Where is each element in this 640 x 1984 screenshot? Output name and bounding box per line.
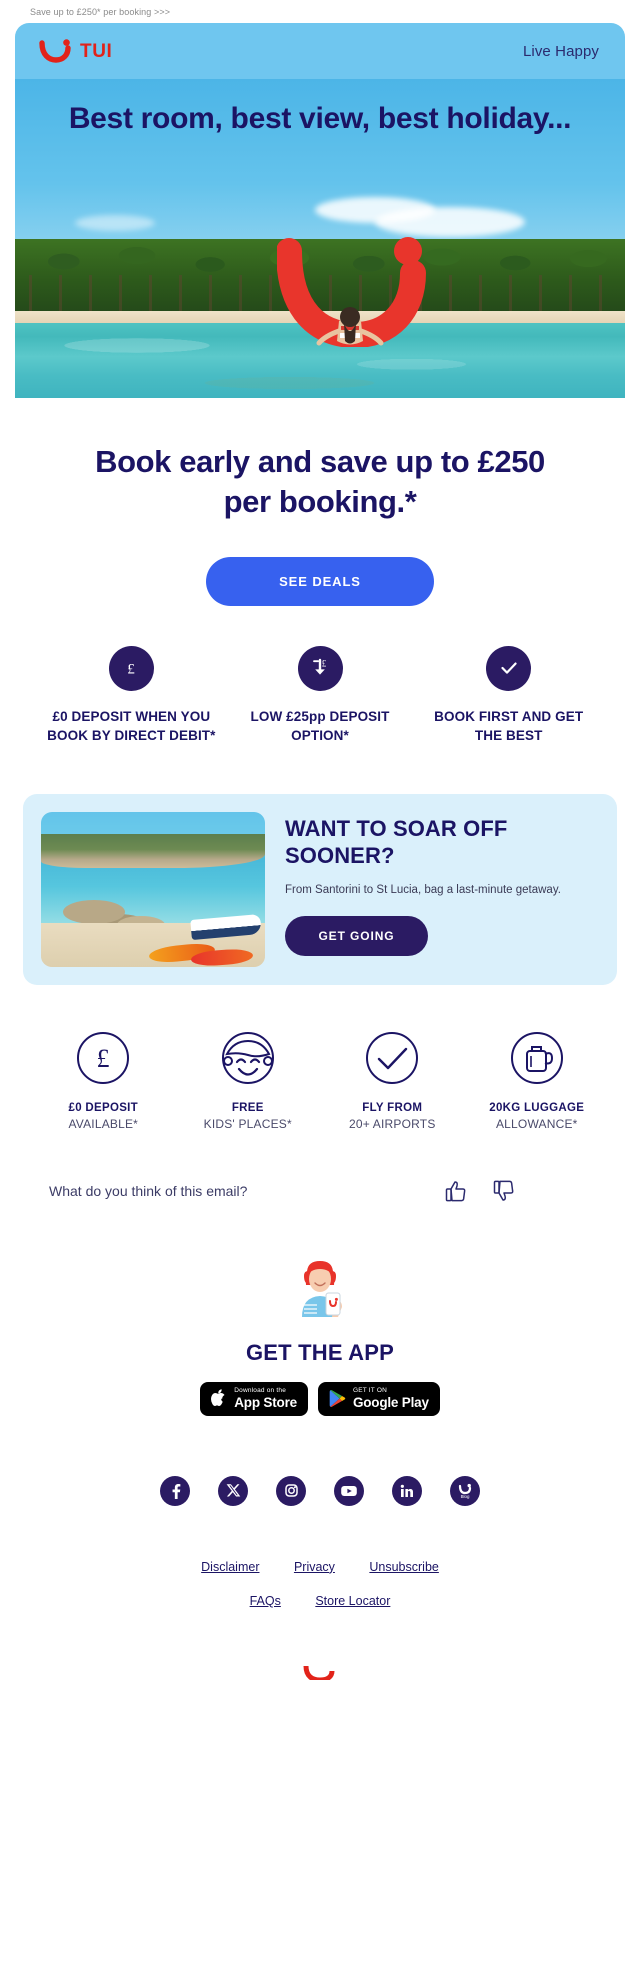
benefits-row: £ £0 DEPOSIT AVAILABLE* FREE KIDS' PLACE — [15, 985, 625, 1131]
tui-smile-logo-icon — [39, 39, 71, 63]
facebook-icon[interactable] — [160, 1475, 190, 1506]
google-play-icon — [329, 1390, 346, 1408]
benefit-line2: 20+ AIRPORTS — [348, 1116, 436, 1131]
benefit-line1: 20KG LUGGAGE — [489, 1101, 585, 1114]
promo-subtitle: From Santorini to St Lucia, bag a last-m… — [285, 884, 561, 897]
thumbs-group — [445, 1179, 591, 1203]
get-app-title: GET THE APP — [245, 1339, 395, 1365]
link-disclaimer[interactable]: Disclaimer — [201, 1560, 259, 1574]
benefit-line2: KIDS' PLACES* — [203, 1116, 292, 1131]
link-faqs[interactable]: FAQs — [250, 1594, 281, 1608]
email-header: TUI Live Happy — [15, 23, 625, 79]
cta-row: SEE DEALS — [15, 523, 625, 606]
app-store-small: Download on the — [234, 1386, 287, 1394]
coastline-shape — [41, 833, 265, 868]
luggage-outline-icon — [465, 1027, 610, 1089]
benefit-line1: FLY FROM — [362, 1101, 423, 1114]
usp-label: £0 DEPOSIT WHEN YOU BOOK BY DIRECT DEBIT… — [47, 708, 216, 744]
footer-links-row-1: Disclaimer Privacy Unsubscribe — [15, 1558, 625, 1576]
app-store-big: App Store — [234, 1395, 297, 1411]
get-app-section: GET THE APP Download on the App Store GE… — [15, 1203, 625, 1416]
tui-logo[interactable]: TUI — [39, 39, 112, 63]
svg-text:£: £ — [97, 1044, 110, 1073]
kids-face-outline-icon — [176, 1027, 321, 1089]
get-going-button[interactable]: GET GOING — [285, 915, 428, 956]
link-store-locator[interactable]: Store Locator — [315, 1594, 390, 1608]
blog-icon[interactable]: Blog — [450, 1475, 480, 1506]
rock-shape — [63, 899, 125, 924]
svg-text:£: £ — [322, 659, 327, 669]
hero-banner[interactable]: Best room, best view, best holiday... — [15, 79, 625, 398]
usp-item-book-first: BOOK FIRST AND GET THE BEST — [414, 645, 603, 746]
social-links: Blog — [15, 1416, 625, 1506]
benefit-item-luggage: 20KG LUGGAGE ALLOWANCE* — [465, 1027, 610, 1131]
instagram-icon[interactable] — [276, 1475, 306, 1506]
swimmer-figure — [316, 307, 384, 346]
check-circle-icon — [486, 645, 532, 691]
check-outline-icon — [320, 1027, 465, 1089]
preheader-text: Save up to £250* per booking >>> — [30, 7, 171, 17]
tagline-live-happy: Live Happy — [522, 42, 599, 60]
linkedin-icon[interactable] — [392, 1475, 422, 1506]
footer-links-row-2: FAQs Store Locator — [15, 1592, 625, 1610]
pound-circle-icon: £ — [108, 645, 154, 691]
svg-text:Blog: Blog — [461, 1494, 470, 1499]
google-play-text: GET IT ON Google Play — [352, 1386, 429, 1411]
woman-with-phone-illustration — [302, 1260, 342, 1317]
cloud-shape — [375, 207, 525, 237]
benefit-line1: £0 DEPOSIT — [68, 1101, 138, 1114]
app-store-text: Download on the App Store — [234, 1386, 297, 1411]
benefit-line2: ALLOWANCE* — [495, 1116, 578, 1131]
main-heading: Book early and save up to £250 per booki… — [95, 444, 545, 520]
promo-body: WANT TO SOAR OFF SOONER? From Santorini … — [285, 812, 599, 967]
youtube-icon[interactable] — [334, 1475, 364, 1506]
feedback-row: What do you think of this email? — [15, 1131, 625, 1203]
benefit-line1: FREE — [231, 1101, 264, 1114]
footer-logo — [15, 1626, 625, 1685]
apple-icon — [211, 1389, 225, 1407]
google-play-big: Google Play — [352, 1395, 429, 1411]
thumbs-down-icon[interactable] — [493, 1179, 515, 1203]
usp-item-deposit: £ £0 DEPOSIT WHEN YOU BOOK BY DIRECT DEB… — [37, 645, 226, 746]
promo-image[interactable] — [41, 811, 265, 967]
thumbs-up-icon[interactable] — [445, 1179, 467, 1203]
tui-smile-footer-icon — [303, 1665, 335, 1683]
usp-item-low-deposit: £ LOW £25pp DEPOSIT OPTION* — [226, 645, 415, 746]
x-twitter-icon[interactable] — [218, 1475, 248, 1506]
email-body: TUI Live Happy Best room, best view, bes… — [15, 23, 625, 1685]
app-store-badge[interactable]: Download on the App Store — [200, 1381, 308, 1416]
store-badges: Download on the App Store GET IT ON Goog… — [15, 1381, 625, 1416]
usp-label: BOOK FIRST AND GET THE BEST — [434, 708, 584, 744]
footer-links: Disclaimer Privacy Unsubscribe FAQs Stor… — [15, 1506, 625, 1610]
benefit-item-airports: FLY FROM 20+ AIRPORTS — [320, 1027, 465, 1131]
benefit-line2: AVAILABLE* — [68, 1116, 139, 1131]
link-privacy[interactable]: Privacy — [294, 1560, 335, 1574]
tui-wordmark: TUI — [80, 40, 113, 62]
google-play-badge[interactable]: GET IT ON Google Play — [317, 1381, 440, 1416]
benefit-item-kids: FREE KIDS' PLACES* — [176, 1027, 321, 1131]
promo-title: WANT TO SOAR OFF SOONER? — [285, 815, 508, 868]
feedback-question: What do you think of this email? — [49, 1182, 248, 1199]
usp-label: LOW £25pp DEPOSIT OPTION* — [250, 708, 390, 744]
cloud-shape — [75, 215, 155, 231]
svg-text:£: £ — [128, 662, 136, 678]
benefit-item-deposit: £ £0 DEPOSIT AVAILABLE* — [31, 1027, 176, 1131]
link-unsubscribe[interactable]: Unsubscribe — [369, 1560, 438, 1574]
see-deals-button[interactable]: SEE DEALS — [206, 556, 434, 606]
google-play-small: GET IT ON — [352, 1386, 388, 1394]
pound-outline-icon: £ — [31, 1027, 176, 1089]
promo-card: WANT TO SOAR OFF SOONER? From Santorini … — [23, 793, 617, 985]
hero-headline: Best room, best view, best holiday... — [68, 102, 572, 135]
low-deposit-arrow-icon: £ — [297, 645, 343, 691]
usp-row: £ £0 DEPOSIT WHEN YOU BOOK BY DIRECT DEB… — [15, 606, 625, 746]
